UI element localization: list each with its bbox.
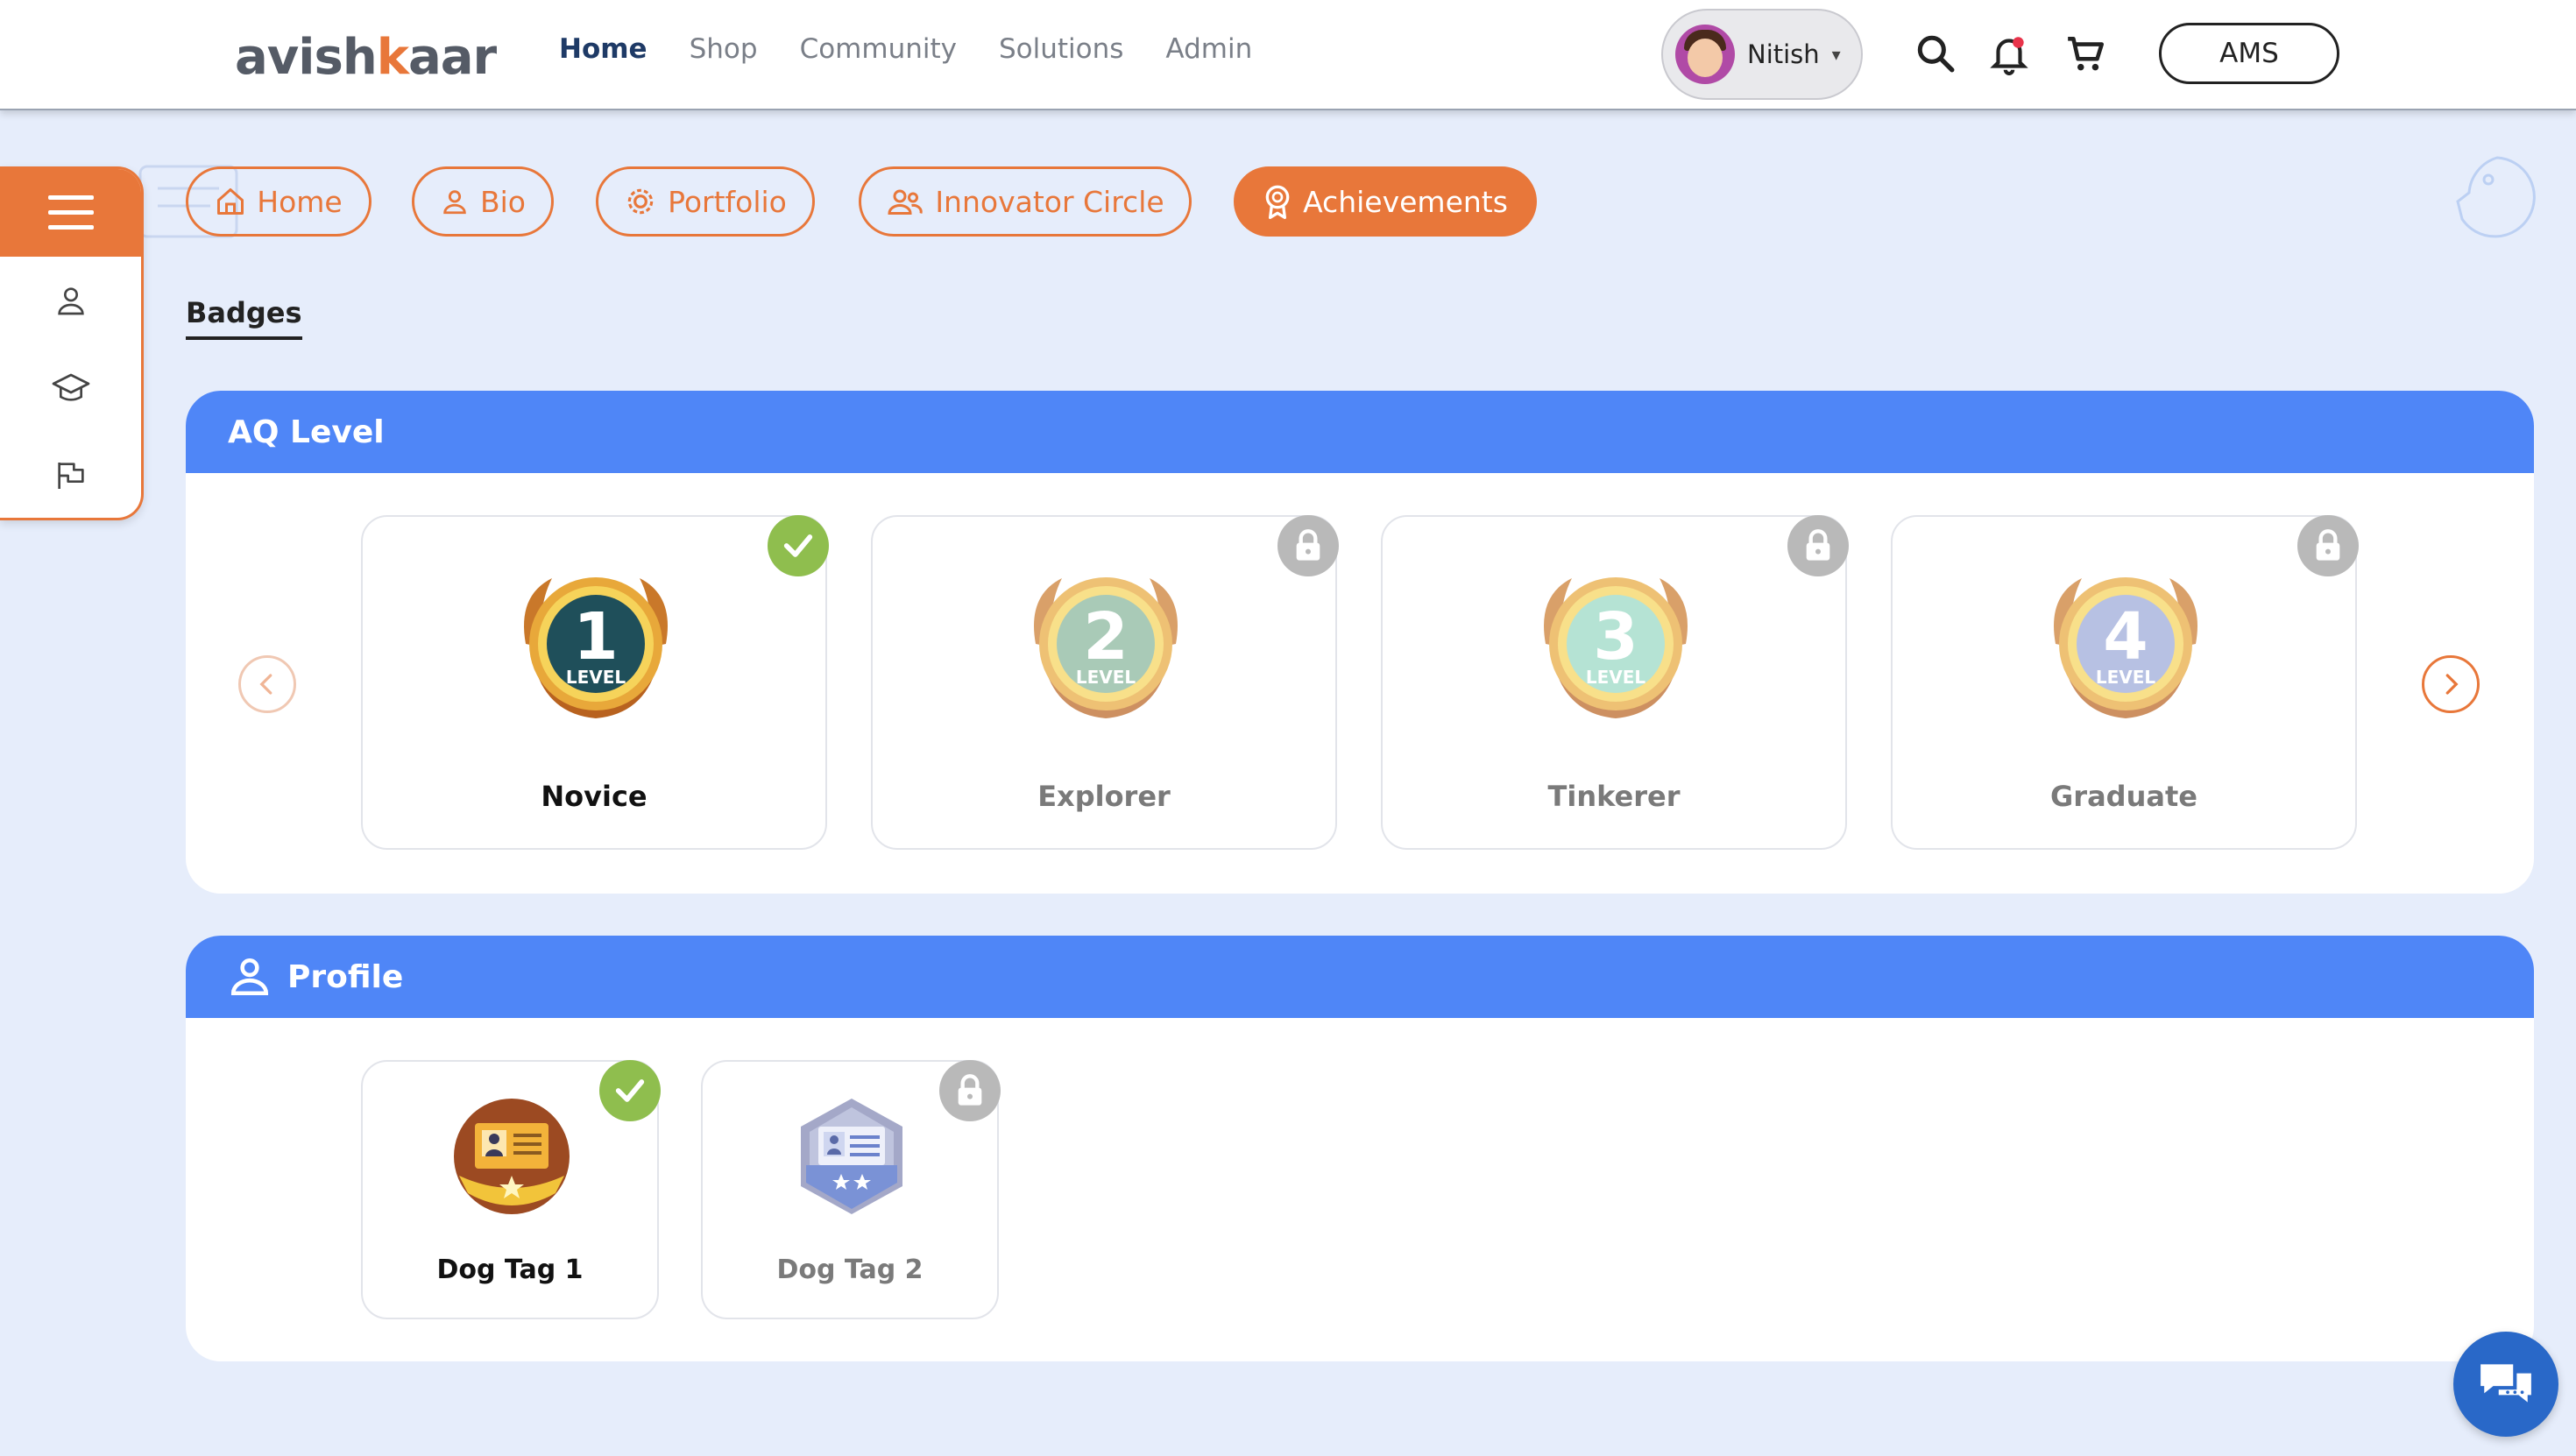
hamburger-menu-button[interactable] [0,169,141,257]
tab-innovator-circle-label: Innovator Circle [935,184,1164,219]
nav-solutions[interactable]: Solutions [999,33,1123,65]
sidebar-item-profile[interactable] [0,257,141,344]
avishkaar-logo[interactable]: avishkaar [235,26,497,88]
aq-level-header: AQ Level [186,391,2534,473]
svg-text:1: 1 [573,599,619,675]
lock-icon [1277,515,1339,576]
hamburger-icon [47,195,94,230]
aq-badge-card-novice[interactable]: 1 LEVEL Novice [361,515,829,850]
level-medal-icon: 1LEVEL [524,577,668,718]
aq-badge-name: Graduate [2050,780,2197,813]
tab-home[interactable]: Home [186,166,372,237]
tab-portfolio[interactable]: Portfolio [596,166,815,237]
bell-icon[interactable] [1987,32,2031,75]
aq-badge-name: Novice [541,780,648,813]
aq-badge-card-graduate[interactable]: 4 LEVEL Graduate [1891,515,2359,850]
svg-text:4: 4 [2103,599,2148,675]
profile-title: Profile [287,958,404,995]
svg-text:LEVEL: LEVEL [1586,667,1646,688]
main-nav: Home Shop Community Solutions Admin [559,33,1252,65]
user-name: Nitish [1747,39,1820,69]
aq-badge-card-explorer[interactable]: 2 LEVEL Explorer [871,515,1339,850]
dog-tag-round-icon [454,1099,570,1214]
user-menu[interactable]: Nitish ▾ [1661,9,1863,100]
group-icon [888,189,924,215]
cart-icon[interactable] [2064,32,2108,75]
level-medal-icon: 3LEVEL [1544,577,1688,718]
tab-bio-label: Bio [480,184,526,219]
svg-text:2: 2 [1083,599,1129,675]
nav-shop[interactable]: Shop [690,33,758,65]
tab-achievements[interactable]: Achievements [1234,166,1537,237]
chevron-left-icon [259,674,272,695]
graduation-cap-icon [52,373,89,401]
person-icon [57,287,84,315]
svg-text:3: 3 [1593,599,1638,675]
flag-icon [57,463,84,489]
chat-support-button[interactable] [2453,1332,2558,1437]
nav-home[interactable]: Home [559,33,648,65]
checkmark-icon [768,515,829,576]
aq-badge-name: Tinkerer [1547,780,1681,813]
dog-tag-hexagon-icon [801,1099,902,1214]
person-icon [443,190,466,215]
avatar [1675,25,1735,84]
lock-icon [939,1060,1001,1121]
svg-text:LEVEL: LEVEL [566,667,626,688]
lock-icon [1787,515,1849,576]
aq-badge-card-tinkerer[interactable]: 3 LEVEL Tinkerer [1381,515,1849,850]
gear-bulb-icon [627,188,654,215]
person-icon [230,958,269,996]
level-medal-icon: 2LEVEL [1034,577,1178,718]
search-icon[interactable] [1914,32,1957,75]
side-menu [0,166,144,520]
svg-text:LEVEL: LEVEL [2096,667,2156,688]
checkmark-icon [599,1060,661,1121]
lock-icon [2297,515,2359,576]
chevron-down-icon: ▾ [1831,44,1841,65]
tab-home-label: Home [257,184,343,219]
profile-badge-card-2[interactable]: Dog Tag 2 [701,1060,1001,1319]
aq-level-title: AQ Level [228,413,385,450]
tab-achievements-label: Achievements [1303,184,1508,219]
chat-icon [2480,1364,2531,1403]
level-medal-icon: 4LEVEL [2054,577,2197,718]
nav-community[interactable]: Community [800,33,957,65]
carousel-prev-button[interactable] [238,655,296,713]
profile-badge-name: Dog Tag 2 [776,1255,924,1285]
profile-header: Profile [186,936,2534,1018]
tab-portfolio-label: Portfolio [668,184,787,219]
aq-badge-name: Explorer [1037,780,1171,813]
ams-button[interactable]: AMS [2159,23,2339,84]
section-title-badges[interactable]: Badges [186,296,302,340]
profile-badge-name: Dog Tag 1 [436,1255,584,1285]
logo-text: avishkaar [235,28,497,86]
award-icon [1265,185,1290,219]
home-icon [217,188,244,215]
svg-text:LEVEL: LEVEL [1076,667,1136,688]
profile-badge-card-1[interactable]: Dog Tag 1 [361,1060,661,1319]
nav-admin[interactable]: Admin [1165,33,1252,65]
top-navigation-bar: avishkaar Home Shop Community Solutions … [0,0,2576,110]
sidebar-item-learning[interactable] [0,344,141,432]
decorative-head-icon [2456,156,2536,238]
tab-bio[interactable]: Bio [412,166,554,237]
chevron-right-icon [2445,674,2459,695]
tab-innovator-circle[interactable]: Innovator Circle [859,166,1192,237]
carousel-next-button[interactable] [2422,655,2480,713]
sidebar-item-goals[interactable] [0,432,141,518]
